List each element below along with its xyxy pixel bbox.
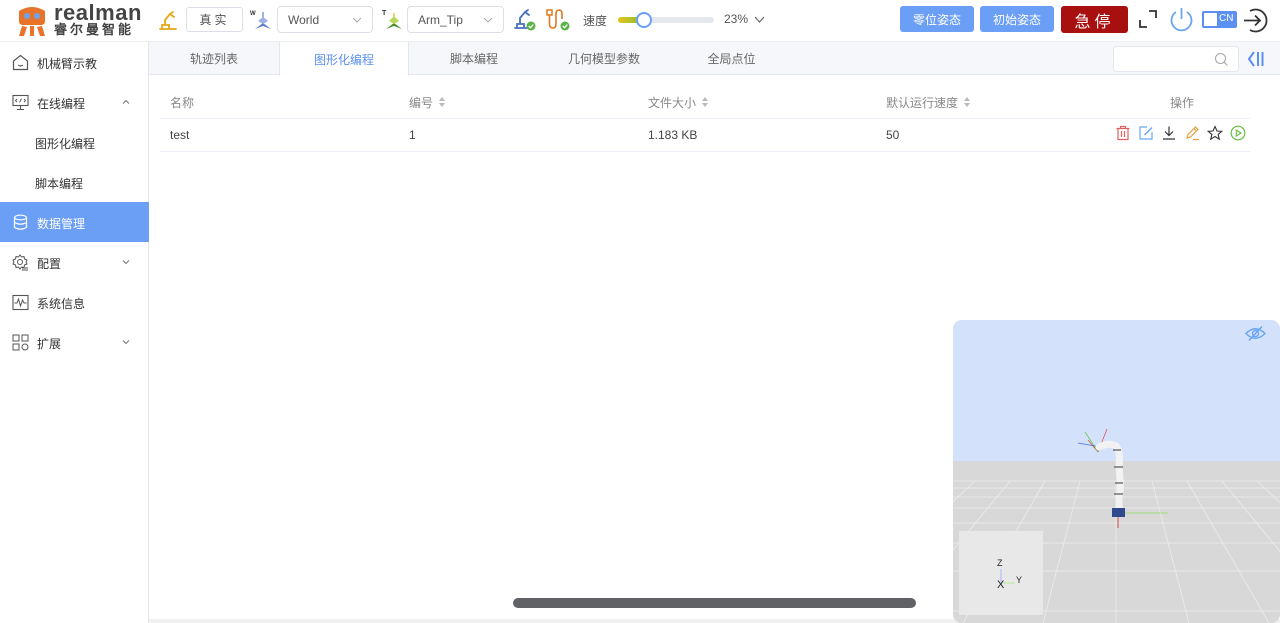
sort-icon[interactable] — [702, 96, 709, 108]
column-header-name: 名称 — [170, 95, 195, 110]
language-toggle[interactable]: CN — [1202, 11, 1237, 28]
cell-id: 1 — [409, 128, 416, 142]
language-toggle-knob — [1204, 13, 1217, 26]
sidebar-item-data-management[interactable]: 数据管理 — [0, 202, 149, 242]
orientation-axes-gizmo: Z X Y — [959, 531, 1043, 615]
sidebar-item-label: 系统信息 — [37, 297, 86, 311]
header-divider — [160, 118, 1250, 119]
tool-frame-icon: T — [382, 10, 402, 29]
tool-frame-select[interactable]: Arm_Tip — [407, 6, 504, 33]
axis-label-x: X — [997, 579, 1005, 591]
chevron-down-icon — [122, 340, 130, 345]
run-icon[interactable] — [1230, 125, 1246, 141]
column-header-id[interactable]: 编号 — [409, 85, 446, 119]
column-header-default-speed[interactable]: 默认运行速度 — [886, 85, 971, 119]
tab-trajectory-list[interactable]: 轨迹列表 — [149, 42, 279, 75]
language-label: CN — [1219, 13, 1234, 24]
speed-value: 23% — [724, 12, 749, 26]
sidebar-item-label: 脚本编程 — [35, 177, 84, 191]
tool-frame-value: Arm_Tip — [418, 12, 463, 27]
horizontal-scrollbar[interactable] — [513, 598, 916, 608]
sidebar-item-configuration[interactable]: 配置 — [0, 242, 149, 282]
collapse-panel-icon[interactable] — [1248, 50, 1265, 68]
controller-connected-icon[interactable] — [545, 7, 571, 31]
sidebar-item-script-programming[interactable]: 脚本编程 — [0, 162, 149, 202]
sidebar-item-system-info[interactable]: 系统信息 — [0, 282, 149, 322]
sidebar-item-online-programming[interactable]: 在线编程 — [0, 82, 149, 122]
axes-lines — [1000, 569, 1015, 584]
robot-arm-teach-icon[interactable] — [157, 9, 179, 31]
tab-geometry-params[interactable]: 几何模型参数 — [539, 42, 669, 75]
fullscreen-icon[interactable] — [1138, 9, 1158, 29]
sidebar-item-label: 扩展 — [37, 337, 62, 351]
search-icon — [1214, 52, 1228, 66]
world-frame-icon: W — [250, 11, 271, 29]
sidebar-item-label: 数据管理 — [37, 217, 86, 231]
code-monitor-icon — [12, 94, 29, 111]
sidebar-item-extensions[interactable]: 扩展 — [0, 322, 149, 362]
sort-icon[interactable] — [439, 96, 446, 108]
logout-icon[interactable] — [1241, 6, 1270, 35]
favorite-icon[interactable] — [1207, 125, 1223, 141]
home-icon — [12, 54, 29, 71]
chevron-down-icon — [352, 17, 362, 23]
apps-icon — [12, 334, 29, 351]
sidebar-item-graphical-programming[interactable]: 图形化编程 — [0, 122, 149, 162]
column-header-file-size[interactable]: 文件大小 — [648, 85, 709, 119]
robot-connected-icon[interactable] — [513, 7, 537, 31]
download-icon[interactable] — [1161, 125, 1177, 141]
chevron-down-icon — [122, 260, 130, 265]
edit-icon[interactable] — [1138, 125, 1154, 141]
svg-text:W: W — [250, 11, 256, 17]
speed-slider-thumb[interactable] — [636, 12, 653, 28]
brand-logo: realman 睿尔曼智能 — [16, 0, 142, 39]
robot-arm-model — [1077, 428, 1168, 528]
coordinate-frame-value: World — [288, 12, 320, 27]
speed-slider[interactable] — [618, 12, 714, 28]
sidebar-item-arm-teach[interactable]: 机械臂示教 — [0, 42, 149, 82]
tab-bar: 轨迹列表 图形化编程 脚本编程 几何模型参数 全局点位 — [149, 42, 1280, 76]
sidebar: 机械臂示教 在线编程 图形化编程 脚本编程 数据管理 配置 系统信息 扩展 — [0, 42, 149, 623]
realman-logo-icon — [19, 7, 45, 36]
chevron-up-icon — [122, 99, 130, 104]
coordinate-frame-select[interactable]: World — [277, 6, 373, 33]
robot-3d-viewer[interactable]: Z X Y — [953, 320, 1280, 623]
speed-label: 速度 — [583, 14, 608, 28]
brand-name-cn: 睿尔曼智能 — [54, 22, 135, 37]
delete-icon[interactable] — [1115, 125, 1131, 141]
sidebar-item-label: 在线编程 — [37, 97, 86, 111]
emergency-stop-button[interactable]: 急停 — [1061, 6, 1128, 33]
tab-global-points[interactable]: 全局点位 — [669, 42, 794, 75]
column-header-actions: 操作 — [1170, 95, 1195, 110]
axis-label-z: Z — [997, 558, 1003, 568]
search-input[interactable] — [1113, 46, 1239, 72]
eye-off-icon[interactable] — [1245, 325, 1266, 342]
cell-file-size: 1.183 KB — [648, 128, 698, 142]
pulse-monitor-icon — [12, 294, 29, 311]
chevron-down-icon — [483, 17, 493, 23]
row-divider — [160, 151, 1250, 152]
cell-default-speed: 50 — [886, 128, 900, 142]
database-icon — [13, 214, 28, 230]
zero-pose-button[interactable]: 零位姿态 — [900, 6, 974, 32]
initial-pose-button[interactable]: 初始姿态 — [980, 6, 1054, 32]
settings-icon — [12, 254, 28, 271]
row-actions — [1115, 125, 1246, 145]
sidebar-item-label: 机械臂示教 — [37, 57, 98, 71]
tab-script-programming[interactable]: 脚本编程 — [409, 42, 539, 75]
sidebar-item-label: 图形化编程 — [35, 137, 96, 151]
sort-icon[interactable] — [964, 96, 971, 108]
cell-name: test — [170, 128, 190, 142]
axis-label-y: Y — [1016, 575, 1023, 585]
speed-dropdown-chevron-icon[interactable] — [754, 14, 765, 25]
svg-text:T: T — [382, 10, 387, 17]
brand-name-en: realman — [54, 0, 142, 25]
real-mode-button[interactable]: 真实 — [186, 7, 243, 32]
rename-icon[interactable] — [1184, 125, 1200, 141]
sidebar-item-label: 配置 — [37, 257, 62, 271]
power-icon[interactable] — [1168, 6, 1195, 34]
tab-graphical-programming[interactable]: 图形化编程 — [279, 42, 409, 76]
top-toolbar: realman 睿尔曼智能 真实 W World T Arm_Tip 速度 23… — [0, 0, 1280, 42]
